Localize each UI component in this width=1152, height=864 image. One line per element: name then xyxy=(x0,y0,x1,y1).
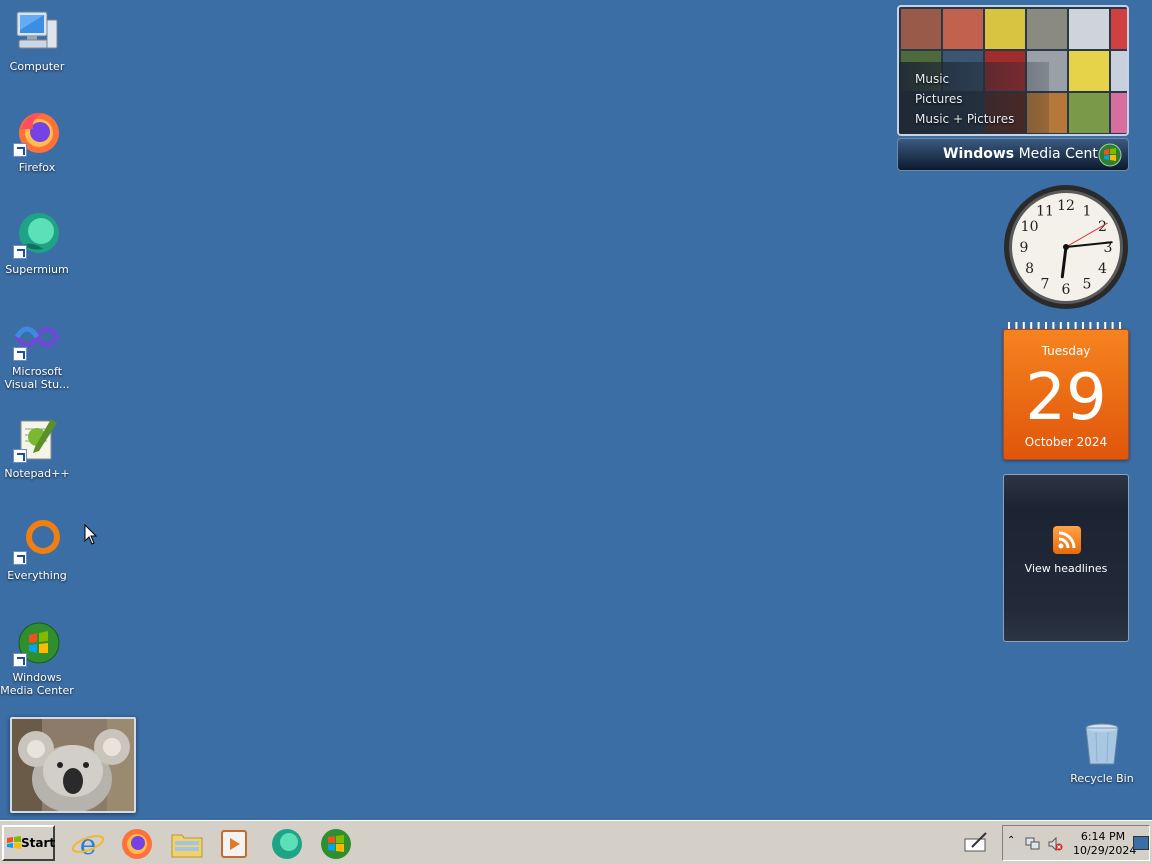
firefox-icon xyxy=(13,109,61,157)
system-clock[interactable]: 6:14 PM 10/29/2024 xyxy=(1073,830,1137,858)
quicklaunch-internet-explorer[interactable]: e xyxy=(71,827,105,861)
desktop-icon-visual-studio[interactable]: Microsoft Visual Stu... xyxy=(0,313,74,391)
windows-media-center-logo-icon xyxy=(1098,143,1122,167)
media-tile xyxy=(943,9,983,49)
quicklaunch-media-player[interactable] xyxy=(219,827,253,861)
media-tile xyxy=(1069,51,1109,91)
folder-icon xyxy=(171,834,203,858)
clock-numeral: 12 xyxy=(1057,198,1075,214)
taskbar: Start e ⌃ 6:14 PM 10/29/2024 xyxy=(0,820,1152,864)
media-tile xyxy=(1069,9,1109,49)
clock-numeral: 7 xyxy=(1041,276,1050,292)
media-tile xyxy=(901,9,941,49)
desktop-icon-label: Microsoft Visual Stu... xyxy=(4,365,70,391)
clock-numeral: 9 xyxy=(1020,240,1029,256)
mouse-cursor-icon xyxy=(84,524,98,545)
media-tile xyxy=(1027,9,1067,49)
koala-photo xyxy=(12,719,134,811)
media-music-pictures-link[interactable]: Music + Pictures xyxy=(915,109,1014,129)
media-center-bar[interactable]: Windows Media Center xyxy=(897,138,1129,171)
rss-icon xyxy=(1053,526,1081,554)
recycle-bin-icon xyxy=(1078,720,1126,768)
calendar-day-of-week: Tuesday xyxy=(1041,344,1091,358)
desktop-icon-label: Windows Media Center xyxy=(0,671,74,697)
desktop-icon-notepad-plus-plus[interactable]: Notepad++ xyxy=(0,415,74,480)
desktop-icon-label: Firefox xyxy=(18,161,56,174)
svg-text:e: e xyxy=(80,828,97,861)
analog-clock: 1234567891011 12 xyxy=(1004,185,1128,309)
calendar-day: 29 xyxy=(1025,361,1107,435)
tablet-input-icon[interactable] xyxy=(964,831,988,853)
visual-studio-icon xyxy=(13,313,61,361)
quicklaunch-firefox[interactable] xyxy=(120,827,154,861)
media-music-link[interactable]: Music xyxy=(915,69,1014,89)
quicklaunch-windows-media-center[interactable] xyxy=(319,827,353,861)
desktop-icon-supermium[interactable]: Supermium xyxy=(0,211,74,276)
media-center-menu: Music Pictures Music + Pictures xyxy=(915,69,1014,129)
clock-numeral: 1 xyxy=(1083,204,1092,220)
show-hidden-icons-icon[interactable]: ⌃ xyxy=(1007,835,1015,846)
desktop-icon-recycle-bin[interactable]: Recycle Bin xyxy=(1065,720,1139,785)
notification-area: ⌃ 6:14 PM 10/29/2024 xyxy=(1002,825,1150,861)
desktop-icon-windows-media-center[interactable]: Windows Media Center xyxy=(0,619,74,697)
slideshow-gadget[interactable] xyxy=(10,717,136,813)
calendar-gadget[interactable]: Tuesday 29 October 2024 xyxy=(1003,329,1129,460)
view-headlines-link[interactable]: View headlines xyxy=(1004,562,1128,575)
media-center-gadget[interactable]: Music Pictures Music + Pictures xyxy=(897,5,1129,136)
feed-headlines-gadget[interactable]: View headlines xyxy=(1003,474,1129,642)
supermium-icon xyxy=(272,829,302,859)
volume-muted-icon[interactable] xyxy=(1047,836,1063,852)
quicklaunch-supermium[interactable] xyxy=(270,827,304,861)
desktop-icon-label: Supermium xyxy=(5,263,69,276)
clock-numeral: 11 xyxy=(1036,204,1054,220)
desktop-icon-label: Computer xyxy=(9,60,65,73)
windows-media-center-icon xyxy=(321,829,351,859)
clock-numeral: 8 xyxy=(1025,261,1034,277)
calendar-month-year: October 2024 xyxy=(1024,435,1108,449)
everything-icon xyxy=(13,517,61,565)
media-tile xyxy=(985,9,1025,49)
media-pictures-link[interactable]: Pictures xyxy=(915,89,1014,109)
shortcut-arrow-icon xyxy=(13,449,27,463)
show-desktop-button[interactable] xyxy=(1133,836,1149,850)
media-tile xyxy=(1111,51,1127,91)
clock-numeral: 5 xyxy=(1083,276,1092,292)
clock-numeral: 4 xyxy=(1098,261,1107,277)
windows-logo-icon xyxy=(7,836,21,849)
media-tile xyxy=(1111,93,1127,133)
media-center-title-bold: Windows xyxy=(943,146,1015,162)
desktop-icon-computer[interactable]: Computer xyxy=(0,8,74,73)
desktop-icon-everything[interactable]: Everything xyxy=(0,517,74,582)
supermium-icon xyxy=(13,211,61,259)
shortcut-arrow-icon xyxy=(13,653,27,667)
shortcut-arrow-icon xyxy=(13,143,27,157)
clock-numeral: 10 xyxy=(1021,219,1039,235)
start-button[interactable]: Start xyxy=(2,825,55,861)
media-tile xyxy=(1069,93,1109,133)
computer-icon xyxy=(13,8,61,56)
clock-gadget[interactable]: 1 2 3 4 5 6 7 8 9 10 11 12 xyxy=(1002,183,1130,311)
desktop-icon-firefox[interactable]: Firefox xyxy=(0,109,74,174)
desktop-icon-label: Recycle Bin xyxy=(1070,772,1134,785)
internet-explorer-icon: e xyxy=(71,828,105,861)
network-icon[interactable] xyxy=(1025,836,1041,852)
start-label: Start xyxy=(21,836,56,850)
clock-numeral: 2 xyxy=(1098,219,1107,235)
shortcut-arrow-icon xyxy=(13,245,27,259)
desktop-icon-label: Notepad++ xyxy=(4,467,70,480)
quicklaunch-file-explorer[interactable] xyxy=(170,827,204,861)
clock-time: 6:14 PM xyxy=(1080,830,1126,843)
firefox-icon xyxy=(122,829,152,859)
media-tile xyxy=(1111,9,1127,49)
shortcut-arrow-icon xyxy=(13,551,27,565)
windows-media-center-icon xyxy=(13,619,61,667)
shortcut-arrow-icon xyxy=(13,347,27,361)
clock-numeral: 6 xyxy=(1062,282,1071,298)
media-player-icon xyxy=(221,830,247,858)
desktop-icon-label: Everything xyxy=(7,569,67,582)
notepad-plus-plus-icon xyxy=(13,415,61,463)
clock-date: 10/29/2024 xyxy=(1073,844,1137,857)
